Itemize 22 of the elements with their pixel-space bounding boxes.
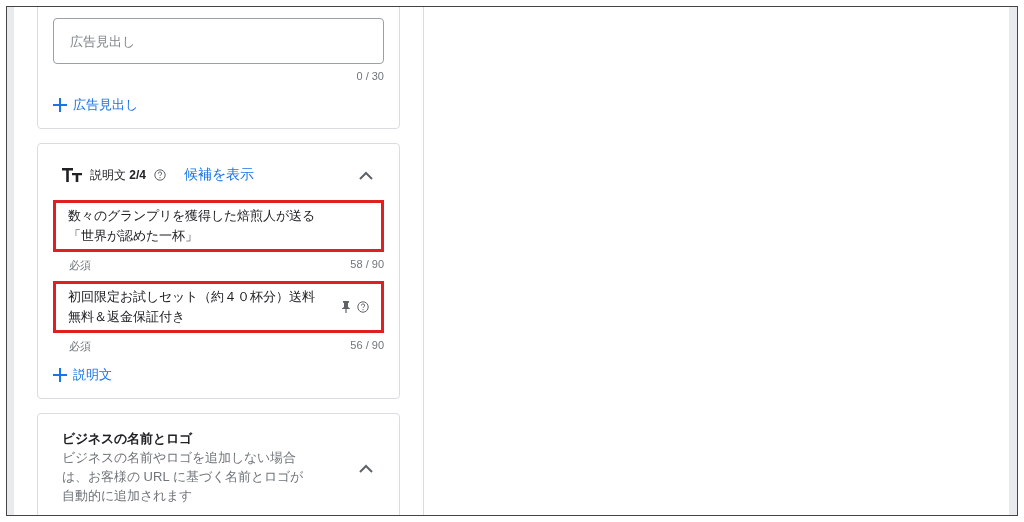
show-suggestions-link[interactable]: 候補を表示: [184, 166, 255, 184]
pin-icon[interactable]: [341, 301, 351, 313]
character-counter: 56 / 90: [350, 339, 384, 353]
description-field[interactable]: 数々のグランプリを獲得した焙煎人が送る「世界が認めた一杯」: [53, 200, 384, 252]
text-size-icon: [62, 168, 82, 182]
add-description-button[interactable]: 説明文: [53, 366, 112, 384]
section-title: ビジネスの名前とロゴ: [62, 430, 194, 448]
required-label: 必須: [69, 258, 91, 273]
character-counter: 58 / 90: [350, 258, 384, 272]
add-headline-button[interactable]: 広告見出し: [53, 96, 138, 114]
collapse-button[interactable]: [358, 170, 374, 180]
headline-field[interactable]: 広告見出し: [53, 18, 384, 64]
plus-icon: [53, 98, 67, 112]
section-title: 説明文 2/4: [90, 166, 147, 184]
help-icon[interactable]: [357, 301, 369, 313]
section-description: ビジネスの名前やロゴを追加しない場合は、お客様の URL に基づく名前とロゴが自動的に追加されます: [62, 449, 304, 505]
help-icon[interactable]: [154, 169, 167, 181]
description-field[interactable]: 初回限定お試しセット（約４０杯分）送料無料＆返金保証付き: [53, 281, 384, 333]
character-counter: 0 / 30: [356, 70, 384, 82]
required-label: 必須: [69, 339, 91, 354]
collapse-button[interactable]: [358, 462, 374, 473]
plus-icon: [53, 368, 67, 382]
